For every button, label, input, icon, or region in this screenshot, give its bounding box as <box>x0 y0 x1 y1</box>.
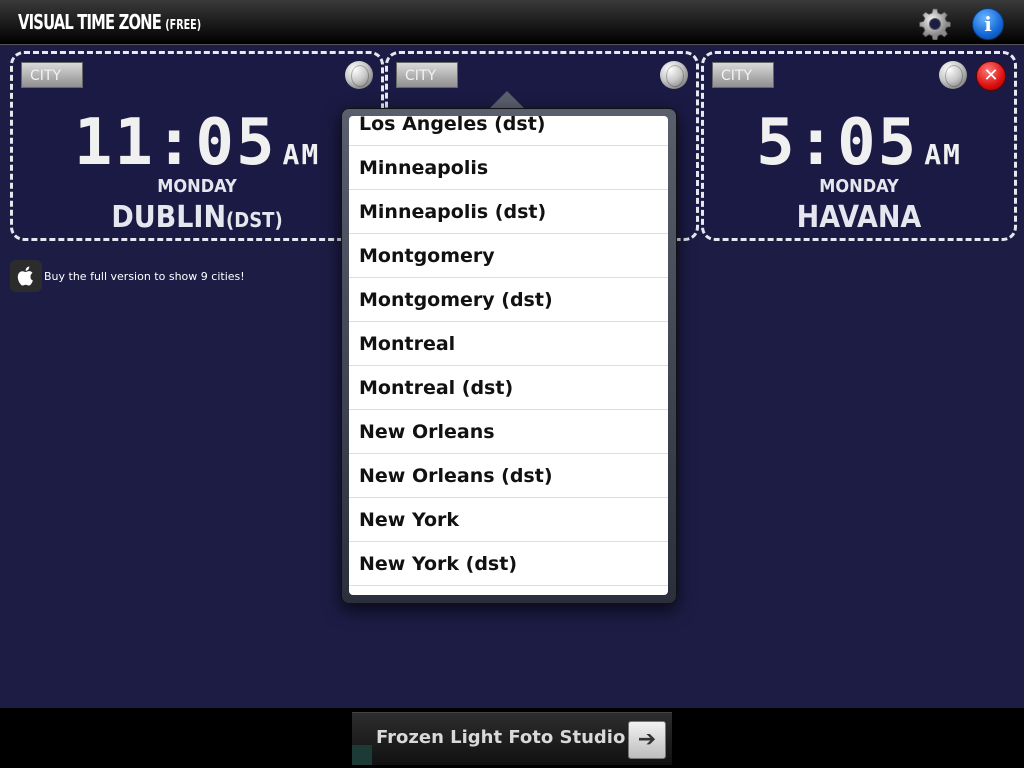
clock-panel-havana: CITY ✕ 5:05 AM MONDAY HAVANA <box>701 51 1017 241</box>
clock-city: HAVANA <box>796 200 922 235</box>
city-list-item[interactable]: Montgomery <box>349 234 668 278</box>
gear-icon[interactable] <box>919 8 951 41</box>
city-list-scroll[interactable]: Los Angeles (dst) Minneapolis Minneapolis … <box>349 116 668 586</box>
city-list-item[interactable]: Montreal <box>349 322 668 366</box>
city-list-item[interactable]: Montgomery (dst) <box>349 278 668 322</box>
clock-ampm: AM <box>924 138 962 171</box>
popover-arrow <box>489 91 525 109</box>
top-bar: VISUAL TIME ZONE (FREE) i <box>0 0 1024 45</box>
city-list-item[interactable]: New York <box>349 498 668 542</box>
city-list-item[interactable]: New Orleans <box>349 410 668 454</box>
globe-icon[interactable] <box>345 61 373 89</box>
upgrade-promo-text: Buy the full version to show 9 cities! <box>44 269 245 283</box>
arrow-right-icon[interactable]: ➔ <box>628 721 666 759</box>
globe-icon[interactable] <box>660 61 688 89</box>
gear-icon-graphic <box>919 8 951 41</box>
city-select-button[interactable]: CITY <box>21 62 83 88</box>
ad-text: Frozen Light Foto Studio <box>376 727 626 748</box>
clock-time-value: 5:05 <box>756 106 919 180</box>
city-select-button[interactable]: CITY <box>712 62 774 88</box>
city-list-item[interactable]: New Orleans (dst) <box>349 454 668 498</box>
clock-city: DUBLIN(DST) <box>13 200 381 235</box>
clock-time: 11:05 AM <box>13 106 381 180</box>
clock-panel-dublin: CITY 11:05 AM MONDAY DUBLIN(DST) <box>10 51 384 241</box>
city-picker-popover: Los Angeles (dst) Minneapolis Minneapolis … <box>341 108 677 604</box>
city-list[interactable]: Los Angeles (dst) Minneapolis Minneapolis … <box>349 116 668 595</box>
app-title-text: VISUAL TIME ZONE <box>18 10 162 34</box>
clock-city-name: DUBLIN <box>111 200 227 235</box>
apple-icon <box>10 260 42 292</box>
close-icon[interactable]: ✕ <box>976 61 1006 91</box>
clock-ampm: AM <box>282 138 321 171</box>
city-list-item[interactable]: Minneapolis (dst) <box>349 190 668 234</box>
globe-icon[interactable] <box>939 61 967 89</box>
city-list-item[interactable]: Minneapolis <box>349 146 668 190</box>
clock-time-value: 11:05 <box>73 106 277 180</box>
clock-dst-label: (DST) <box>226 208 283 232</box>
app-title: VISUAL TIME ZONE (FREE) <box>18 10 201 34</box>
city-list-item[interactable]: New York (dst) <box>349 542 668 586</box>
info-icon[interactable]: i <box>972 8 1004 40</box>
clock-day: MONDAY <box>819 176 899 197</box>
app-edition: (FREE) <box>165 18 202 33</box>
clock-time: 5:05 AM <box>704 106 1014 180</box>
clock-day: MONDAY <box>157 176 237 197</box>
apple-icon-graphic <box>17 266 33 286</box>
upgrade-promo[interactable]: Buy the full version to show 9 cities! <box>10 259 245 293</box>
city-select-button[interactable]: CITY <box>396 62 458 88</box>
city-list-item[interactable]: Los Angeles (dst) <box>349 116 668 146</box>
ad-badge <box>352 745 372 765</box>
city-list-item[interactable]: Montreal (dst) <box>349 366 668 410</box>
ad-banner[interactable]: Frozen Light Foto Studio ➔ <box>352 712 672 765</box>
